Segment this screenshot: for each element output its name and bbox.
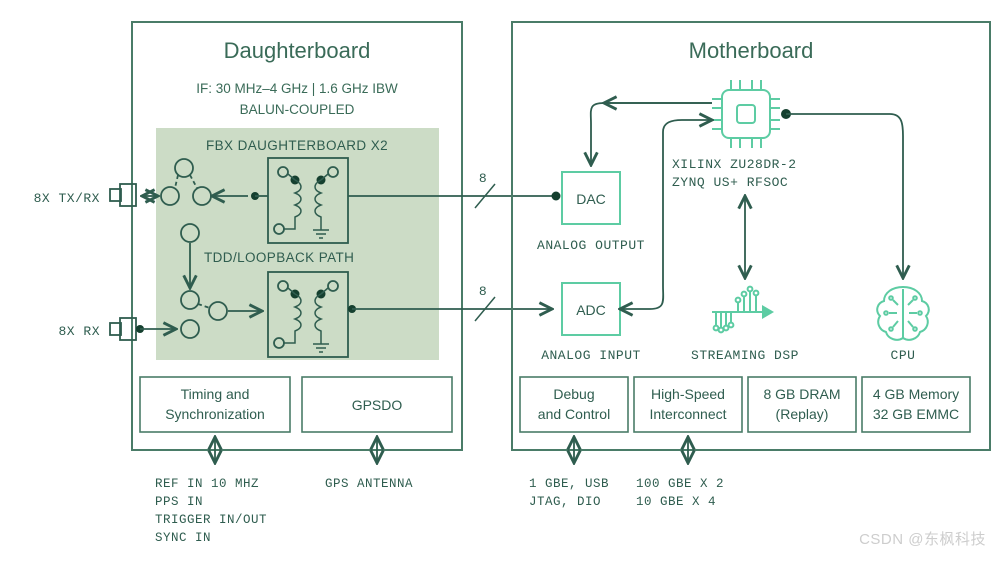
fbx-panel-label: FBX DAUGHTERBOARD X2 xyxy=(206,138,388,153)
soc-label-line1: XILINX ZU28DR-2 xyxy=(672,157,797,172)
adc-label: ADC xyxy=(576,302,606,318)
bus-width-adc: 8 xyxy=(479,284,487,299)
sub-block-memory-line1: 4 GB Memory xyxy=(873,386,959,402)
io-label-sync-in: SYNC IN xyxy=(155,531,211,545)
io-label-ref-in: REF IN 10 MHZ xyxy=(155,477,259,491)
sub-block-dram-line1: 8 GB DRAM xyxy=(763,386,840,402)
sub-block-timing-sync-line1: Timing and xyxy=(181,386,250,402)
io-label-trigger: TRIGGER IN/OUT xyxy=(155,513,267,527)
soc-label-line2: ZYNQ US+ RFSOC xyxy=(672,175,788,190)
dac-label: DAC xyxy=(576,191,606,207)
io-label-gbe-usb: 1 GBE, USB xyxy=(529,477,609,491)
io-label-10gbe: 10 GBE X 4 xyxy=(636,495,716,509)
sub-block-timing-sync-line2: Synchronization xyxy=(165,406,265,422)
adc-to-chip-path xyxy=(620,120,712,309)
sub-block-dram-line2: (Replay) xyxy=(776,406,829,422)
io-label-100gbe: 100 GBE X 2 xyxy=(636,477,724,491)
sub-block-gpsdo-line1: GPSDO xyxy=(352,397,403,413)
port-tx-rx[interactable] xyxy=(109,183,158,207)
io-label-pps-in: PPS IN xyxy=(155,495,203,509)
io-label-jtag-dio: JTAG, DIO xyxy=(529,495,601,509)
sub-block-debug-line2: and Control xyxy=(538,406,610,422)
sub-block-debug-line1: Debug xyxy=(553,386,594,402)
dsp-signal-icon xyxy=(712,285,774,334)
motherboard-title: Motherboard xyxy=(689,38,814,63)
dac-caption: ANALOG OUTPUT xyxy=(537,238,645,253)
daughterboard-subtitle-1: IF: 30 MHz–4 GHz | 1.6 GHz IBW xyxy=(196,81,398,96)
sub-block-interconnect-line1: High-Speed xyxy=(651,386,725,402)
cpu-label: CPU xyxy=(891,348,916,363)
block-diagram: Daughterboard IF: 30 MHz–4 GHz | 1.6 GHz… xyxy=(34,21,991,545)
port-rx-label: 8X RX xyxy=(58,324,100,339)
dsp-label: STREAMING DSP xyxy=(691,348,799,363)
chip-to-cpu-path xyxy=(786,113,903,278)
bus-width-dac: 8 xyxy=(479,171,487,186)
daughterboard-title: Daughterboard xyxy=(224,38,371,63)
chip-to-dac-path xyxy=(591,102,712,165)
port-tx-rx-label: 8X TX/RX xyxy=(34,191,100,206)
diagram-canvas: Daughterboard IF: 30 MHz–4 GHz | 1.6 GHz… xyxy=(0,0,1000,563)
tdd-loopback-label: TDD/LOOPBACK PATH xyxy=(204,250,354,265)
chip-icon xyxy=(712,80,780,148)
daughterboard-subtitle-2: BALUN-COUPLED xyxy=(240,102,355,117)
watermark: CSDN @东枫科技 xyxy=(859,531,986,548)
adc-caption: ANALOG INPUT xyxy=(541,348,641,363)
brain-icon xyxy=(876,286,930,341)
io-label-gps-antenna: GPS ANTENNA xyxy=(325,477,413,491)
sub-block-interconnect-line2: Interconnect xyxy=(649,406,726,422)
sub-block-memory-line2: 32 GB EMMC xyxy=(873,406,959,422)
